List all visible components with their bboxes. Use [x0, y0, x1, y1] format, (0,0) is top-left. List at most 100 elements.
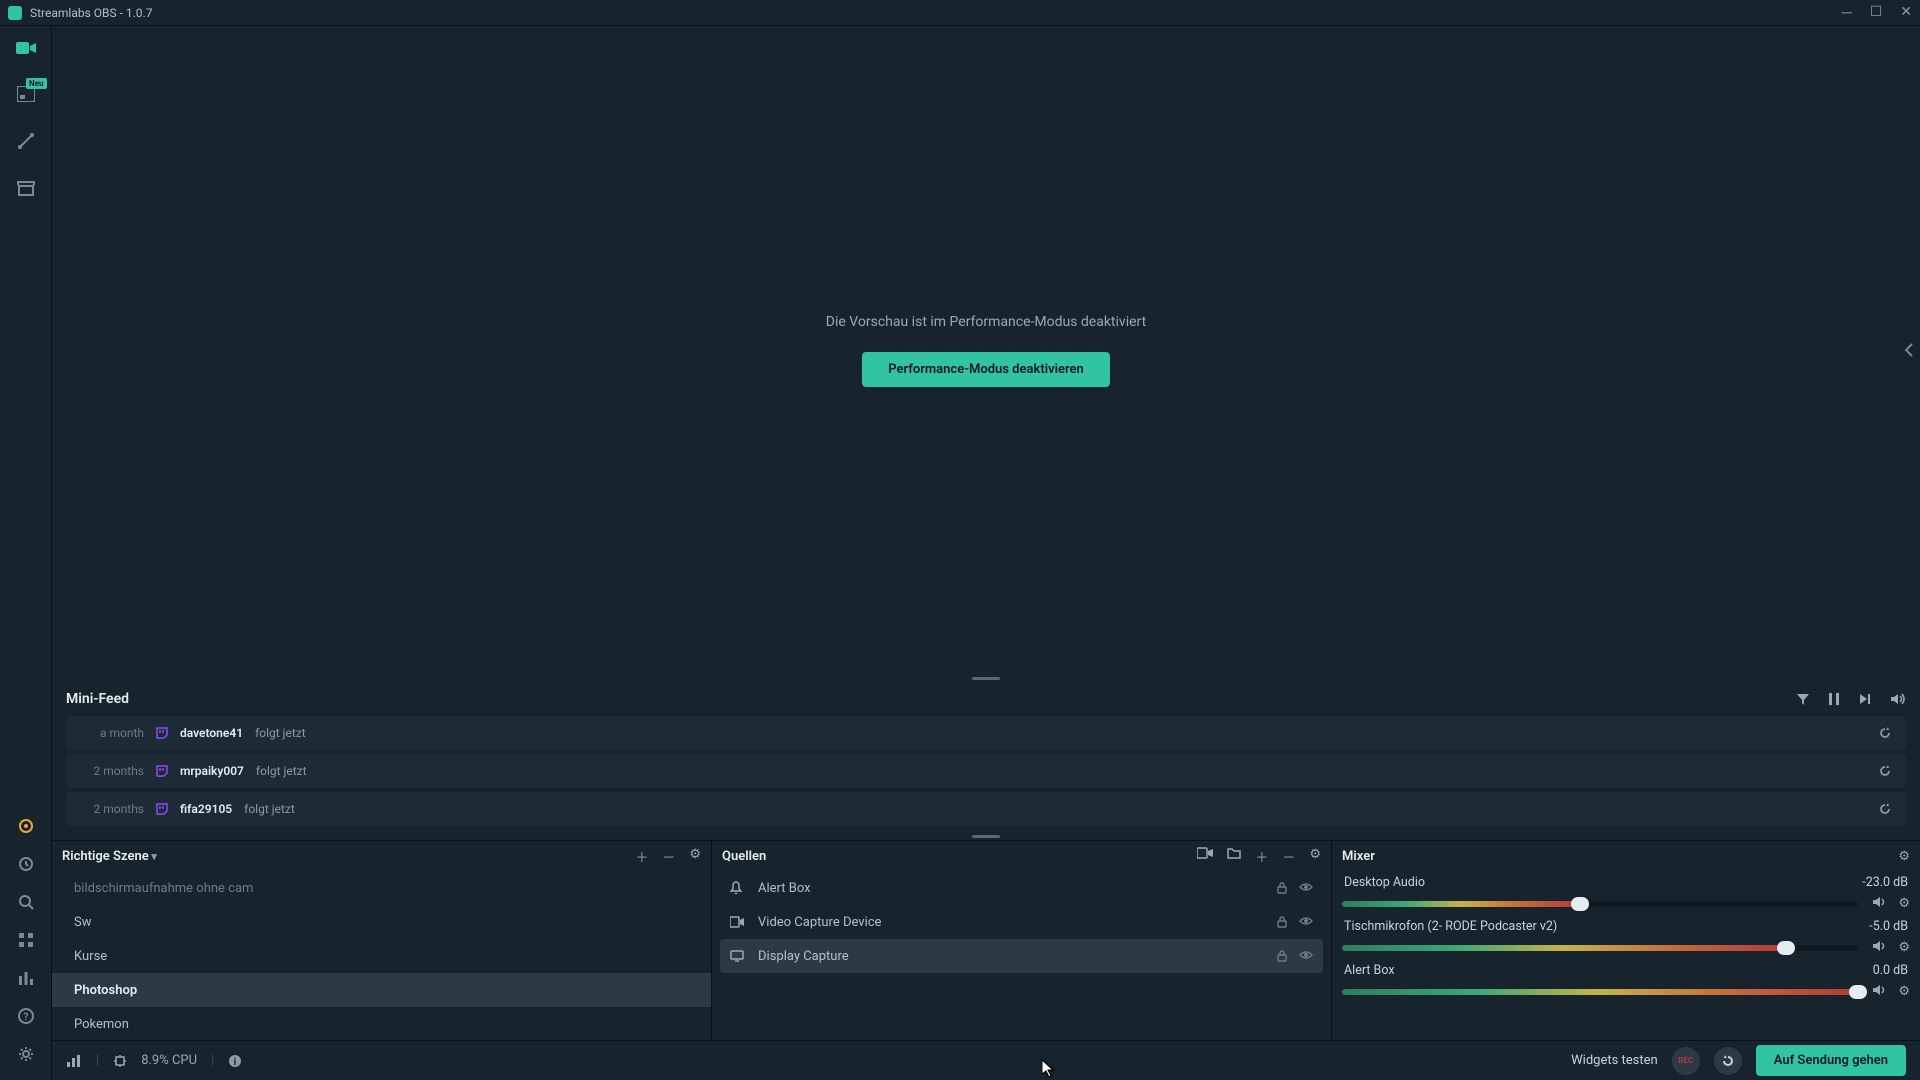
mixer-gear-icon[interactable]: ⚙	[1898, 896, 1910, 911]
add-cam-source-icon[interactable]	[1197, 847, 1213, 866]
minimize-button[interactable]: ─	[1842, 4, 1852, 21]
source-label: Alert Box	[758, 881, 811, 896]
mixer-label: Tischmikrofon (2- RODE Podcaster v2)	[1344, 919, 1557, 934]
mixer-gear-icon[interactable]: ⚙	[1898, 984, 1910, 999]
lock-icon[interactable]	[1277, 950, 1287, 962]
close-button[interactable]: ✕	[1900, 4, 1912, 21]
app-logo-icon	[8, 6, 22, 20]
preview-area: Die Vorschau ist im Performance-Modus de…	[52, 26, 1920, 674]
app-title: Streamlabs OBS - 1.0.7	[30, 6, 152, 20]
grid-icon[interactable]	[18, 932, 34, 948]
monitor-icon	[730, 950, 744, 962]
maximize-button[interactable]: ☐	[1870, 4, 1883, 21]
divider-handle-upper[interactable]	[52, 674, 1920, 682]
layout-icon[interactable]: Neu	[17, 86, 35, 102]
feed-user: fifa29105	[180, 802, 232, 816]
mini-feed-row: 2 months fifa29105 folgt jetzt	[66, 792, 1906, 826]
mixer-db: -5.0 dB	[1869, 919, 1908, 934]
mixer-slider[interactable]	[1342, 901, 1858, 907]
camera-icon[interactable]	[16, 40, 36, 56]
visibility-icon[interactable]	[1299, 882, 1313, 894]
mixer-gear-icon[interactable]: ⚙	[1898, 940, 1910, 955]
skip-icon[interactable]	[1858, 692, 1872, 706]
mixer-slider[interactable]	[1342, 989, 1858, 995]
scene-item[interactable]: Sw	[52, 905, 711, 939]
remove-source-icon[interactable]: －	[1282, 847, 1295, 866]
store-icon[interactable]	[17, 180, 35, 196]
replay-button[interactable]	[1714, 1047, 1742, 1075]
cpu-icon	[113, 1054, 127, 1068]
new-badge: Neu	[26, 78, 46, 89]
test-widgets-button[interactable]: Widgets testen	[1571, 1053, 1658, 1068]
scene-item[interactable]: Photoshop	[52, 973, 711, 1007]
source-settings-icon[interactable]: ⚙	[1309, 847, 1321, 866]
twitch-icon	[156, 727, 168, 739]
go-live-button[interactable]: Auf Sendung gehen	[1756, 1045, 1906, 1076]
equalizer-icon[interactable]	[18, 970, 34, 986]
record-button[interactable]: REC	[1672, 1047, 1700, 1075]
add-scene-icon[interactable]: ＋	[635, 847, 648, 866]
cpu-value: 8.9% CPU	[141, 1053, 197, 1068]
scene-item[interactable]: Kurse	[52, 939, 711, 973]
feed-action: folgt jetzt	[255, 726, 306, 740]
tools-icon[interactable]	[17, 132, 35, 150]
reload-icon[interactable]	[1878, 764, 1892, 778]
mute-icon[interactable]	[1872, 940, 1886, 955]
reload-icon[interactable]	[1878, 802, 1892, 816]
filter-icon[interactable]	[1796, 692, 1810, 706]
mixer-slider[interactable]	[1342, 945, 1858, 951]
mixer-settings-icon[interactable]: ⚙	[1898, 849, 1910, 864]
mixer-label: Desktop Audio	[1344, 875, 1425, 890]
mixer-item: Alert Box 0.0 dB ⚙	[1342, 961, 1910, 999]
twitch-icon	[156, 765, 168, 777]
gear-icon[interactable]	[18, 1046, 34, 1062]
svg-text:?: ?	[23, 1012, 28, 1023]
help-icon[interactable]: ?	[18, 1008, 34, 1024]
source-item[interactable]: Display Capture	[720, 939, 1323, 973]
sources-title: Quellen	[722, 849, 766, 864]
source-item[interactable]: Alert Box	[720, 871, 1323, 905]
mini-feed-panel: Mini-Feed a month davetone41 folgt jetzt…	[52, 682, 1920, 832]
mixer-label: Alert Box	[1344, 963, 1395, 978]
mixer-panel: Mixer ⚙ Desktop Audio -23.0 dB ⚙ Tischm	[1332, 841, 1920, 1040]
visibility-icon[interactable]	[1299, 950, 1313, 962]
camera-icon	[730, 916, 744, 928]
feed-time: a month	[80, 726, 144, 740]
remove-scene-icon[interactable]: －	[662, 847, 675, 866]
titlebar: Streamlabs OBS - 1.0.7 ─ ☐ ✕	[0, 0, 1920, 26]
info-icon[interactable]: i	[228, 1054, 242, 1068]
scene-settings-icon[interactable]: ⚙	[689, 847, 701, 866]
divider-handle-lower[interactable]	[52, 832, 1920, 840]
scene-item[interactable]: bildschirmaufnahme ohne cam	[52, 871, 711, 905]
mixer-item: Tischmikrofon (2- RODE Podcaster v2) -5.…	[1342, 917, 1910, 955]
source-item[interactable]: Video Capture Device	[720, 905, 1323, 939]
scene-item[interactable]: Pokemon	[52, 1007, 711, 1040]
sidebar: Neu ?	[0, 26, 52, 1080]
add-source-icon[interactable]: ＋	[1255, 847, 1268, 866]
svg-text:i: i	[234, 1057, 237, 1068]
disable-performance-mode-button[interactable]: Performance-Modus deaktivieren	[862, 352, 1110, 387]
mini-feed-title: Mini-Feed	[66, 691, 129, 707]
scenes-title-dropdown[interactable]: Richtige Szene	[62, 849, 157, 864]
lock-icon[interactable]	[1277, 882, 1287, 894]
mute-icon[interactable]	[1872, 896, 1886, 911]
add-folder-source-icon[interactable]	[1227, 847, 1241, 866]
mixer-db: 0.0 dB	[1873, 963, 1908, 978]
pause-icon[interactable]	[1828, 692, 1840, 706]
source-label: Display Capture	[758, 949, 849, 964]
target-icon[interactable]	[18, 818, 34, 834]
twitch-icon	[156, 803, 168, 815]
clock-icon[interactable]	[18, 856, 34, 872]
volume-icon[interactable]	[1890, 692, 1906, 706]
mixer-item: Desktop Audio -23.0 dB ⚙	[1342, 873, 1910, 911]
feed-user: davetone41	[180, 726, 243, 740]
stats-icon[interactable]	[66, 1054, 82, 1068]
lock-icon[interactable]	[1277, 916, 1287, 928]
feed-time: 2 months	[80, 802, 144, 816]
mute-icon[interactable]	[1872, 984, 1886, 999]
visibility-icon[interactable]	[1299, 916, 1313, 928]
search-icon[interactable]	[18, 894, 34, 910]
reload-icon[interactable]	[1878, 726, 1892, 740]
chevron-left-icon[interactable]	[1904, 342, 1914, 358]
mini-feed-row: a month davetone41 folgt jetzt	[66, 716, 1906, 750]
